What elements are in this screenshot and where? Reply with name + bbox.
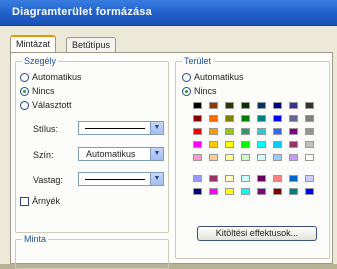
tab-patterns[interactable]: Mintázat — [10, 35, 57, 53]
color-swatch[interactable] — [305, 188, 314, 195]
weight-line-preview — [85, 179, 145, 180]
area-group: Terület Automatikus Nincs Kitöltési effe… — [175, 56, 331, 259]
color-swatch[interactable] — [257, 154, 266, 161]
color-label: Szín: — [33, 150, 54, 160]
color-swatch[interactable] — [273, 115, 282, 122]
color-swatch[interactable] — [209, 188, 218, 195]
color-swatch[interactable] — [305, 128, 314, 135]
tab-font[interactable]: Betűtípus — [66, 37, 117, 52]
color-swatch[interactable] — [209, 128, 218, 135]
border-group: Szegély Automatikus Nincs Választott Stí… — [15, 56, 169, 233]
chevron-down-icon[interactable]: ▼ — [150, 148, 163, 160]
color-swatch[interactable] — [225, 175, 234, 182]
color-swatch[interactable] — [257, 115, 266, 122]
color-swatch[interactable] — [209, 154, 218, 161]
border-none-label: Nincs — [32, 86, 55, 96]
color-swatch[interactable] — [289, 154, 298, 161]
border-automatic-radio[interactable] — [20, 73, 29, 82]
color-swatch[interactable] — [289, 175, 298, 182]
sample-group: Minta — [15, 234, 169, 269]
color-swatch[interactable] — [289, 102, 298, 109]
format-chart-area-dialog: Diagramterület formázása Mintázat Betűtí… — [0, 0, 337, 269]
color-swatch[interactable] — [289, 115, 298, 122]
color-swatch[interactable] — [193, 102, 202, 109]
color-swatch[interactable] — [225, 141, 234, 148]
color-swatch[interactable] — [193, 115, 202, 122]
color-swatch[interactable] — [289, 128, 298, 135]
color-swatch[interactable] — [241, 141, 250, 148]
color-swatch[interactable] — [273, 128, 282, 135]
tab-panel: Szegély Automatikus Nincs Választott Stí… — [10, 52, 333, 269]
color-swatch[interactable] — [305, 102, 314, 109]
style-line-preview — [85, 128, 145, 129]
chevron-down-icon[interactable]: ▼ — [150, 122, 163, 134]
color-swatch[interactable] — [273, 188, 282, 195]
color-swatch[interactable] — [257, 128, 266, 135]
border-automatic-label: Automatikus — [32, 72, 82, 82]
shadow-option[interactable]: Árnyék — [20, 195, 60, 207]
sample-legend: Minta — [22, 234, 49, 244]
border-legend: Szegély — [22, 56, 59, 66]
color-swatch[interactable] — [241, 175, 250, 182]
color-swatch[interactable] — [273, 154, 282, 161]
color-swatch[interactable] — [241, 154, 250, 161]
border-none-option[interactable]: Nincs — [20, 85, 55, 97]
color-swatch[interactable] — [273, 141, 282, 148]
color-palette — [176, 62, 331, 212]
color-combo[interactable]: Automatikus ▼ — [78, 147, 164, 161]
color-swatch[interactable] — [241, 188, 250, 195]
window-title: Diagramterület formázása — [12, 6, 152, 18]
color-combo-value: Automatikus — [86, 149, 136, 159]
title-bar[interactable]: Diagramterület formázása — [0, 0, 337, 26]
shadow-checkbox[interactable] — [20, 197, 29, 206]
fill-effects-button[interactable]: Kitöltési effektusok... — [197, 226, 317, 241]
border-custom-radio[interactable] — [20, 101, 29, 110]
style-combo[interactable]: ▼ — [78, 121, 164, 135]
style-label: Stílus: — [33, 124, 59, 134]
color-swatch[interactable] — [225, 188, 234, 195]
border-custom-option[interactable]: Választott — [20, 99, 72, 111]
color-swatch[interactable] — [209, 102, 218, 109]
color-swatch[interactable] — [209, 115, 218, 122]
color-swatch[interactable] — [257, 102, 266, 109]
color-swatch[interactable] — [225, 154, 234, 161]
color-swatch[interactable] — [305, 175, 314, 182]
color-swatch[interactable] — [193, 141, 202, 148]
color-swatch[interactable] — [289, 188, 298, 195]
color-swatch[interactable] — [257, 175, 266, 182]
color-swatch[interactable] — [305, 141, 314, 148]
color-swatch[interactable] — [305, 154, 314, 161]
border-automatic-option[interactable]: Automatikus — [20, 71, 82, 83]
color-swatch[interactable] — [305, 115, 314, 122]
color-swatch[interactable] — [273, 175, 282, 182]
color-swatch[interactable] — [209, 141, 218, 148]
color-swatch[interactable] — [193, 154, 202, 161]
color-swatch[interactable] — [225, 128, 234, 135]
color-swatch[interactable] — [257, 188, 266, 195]
color-swatch[interactable] — [257, 141, 266, 148]
color-swatch[interactable] — [241, 102, 250, 109]
shadow-label: Árnyék — [32, 196, 61, 206]
border-custom-label: Választott — [32, 100, 72, 110]
color-swatch[interactable] — [193, 175, 202, 182]
color-swatch[interactable] — [289, 141, 298, 148]
chevron-down-icon[interactable]: ▼ — [150, 173, 163, 185]
color-swatch[interactable] — [209, 175, 218, 182]
color-swatch[interactable] — [241, 115, 250, 122]
weight-label: Vastag: — [33, 175, 63, 185]
color-swatch[interactable] — [193, 128, 202, 135]
color-swatch[interactable] — [241, 128, 250, 135]
color-swatch[interactable] — [273, 102, 282, 109]
weight-combo[interactable]: ▼ — [78, 172, 164, 186]
color-swatch[interactable] — [193, 188, 202, 195]
color-swatch[interactable] — [225, 115, 234, 122]
color-swatch[interactable] — [225, 102, 234, 109]
border-none-radio[interactable] — [20, 87, 29, 96]
